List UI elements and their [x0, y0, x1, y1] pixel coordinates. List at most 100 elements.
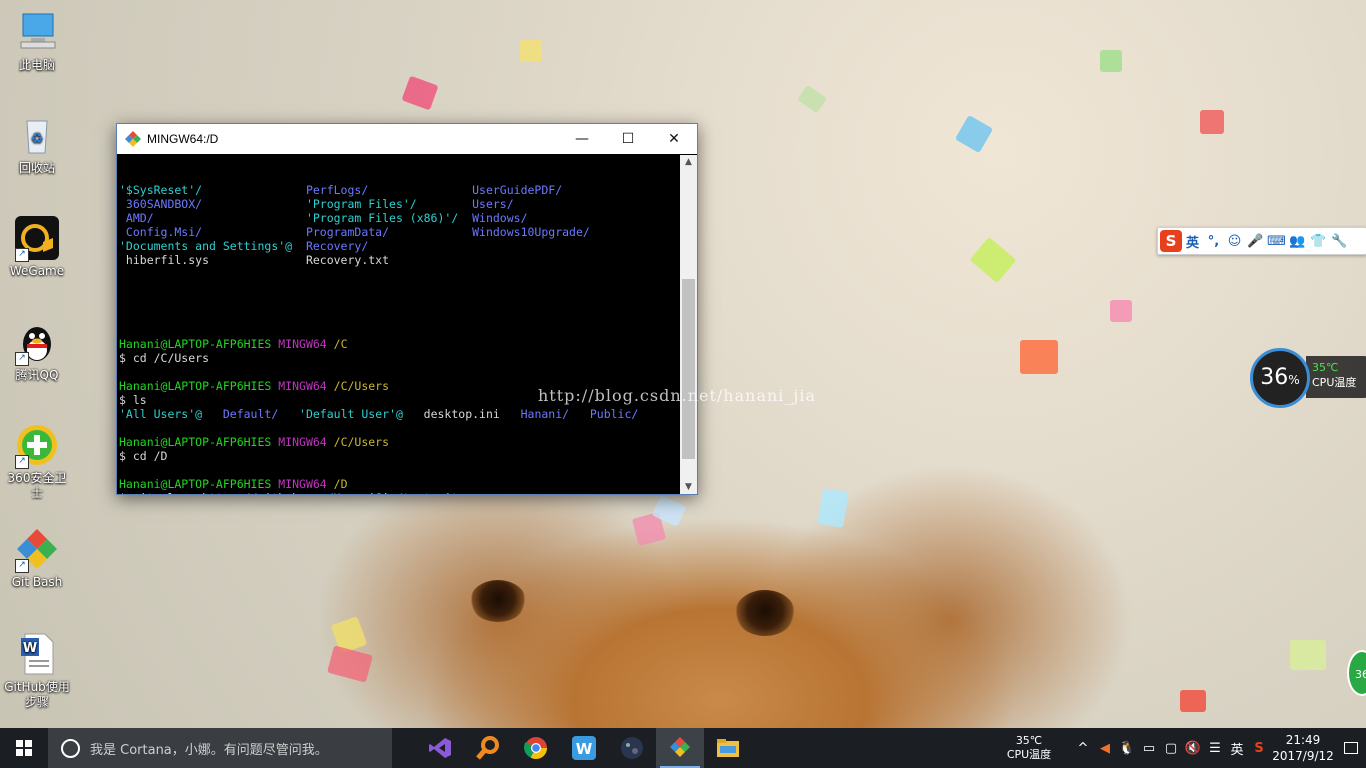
sogou-tray-icon[interactable]: S [1248, 741, 1270, 756]
minimize-button[interactable]: — [559, 124, 605, 154]
prompt-user: Hanani@LAPTOP-AFP6HIES [119, 477, 279, 491]
volume-mute-icon[interactable]: 🔇 [1182, 741, 1204, 756]
taskbar-app-file-explorer[interactable] [704, 728, 752, 768]
ls-entry: Public/ [589, 407, 639, 421]
ime-language-toggle[interactable]: 英 [1182, 232, 1203, 251]
chrome-icon [524, 737, 547, 759]
ls-entry: '$SysReset'/ [119, 183, 306, 197]
scroll-down-icon[interactable]: ▼ [680, 482, 697, 492]
ime-skin-icon[interactable]: 👕 [1308, 234, 1329, 249]
ime-user-icon[interactable]: 👥 [1287, 234, 1308, 249]
clock-date: 2017/9/12 [1272, 749, 1334, 763]
recycle-bin-icon: ♻ [15, 113, 59, 157]
ls-row: 'All Users'@ Default/ 'Default User'@ de… [119, 407, 678, 421]
floating-360-ball[interactable]: 36 [1347, 650, 1366, 696]
language-indicator[interactable]: 英 [1226, 739, 1248, 758]
scrollbar[interactable]: ▲ ▼ [680, 155, 697, 494]
ime-toolbar[interactable]: S 英 °, ☺ 🎤 ⌨ 👥 👕 🔧 [1157, 227, 1366, 255]
git-bash-icon [670, 737, 690, 757]
desktop-icon-qq[interactable]: ↗ 腾讯QQ [4, 320, 70, 383]
scrollbar-thumb[interactable] [682, 279, 695, 459]
ime-punctuation-icon[interactable]: °, [1203, 234, 1224, 249]
svg-text:W: W [23, 641, 37, 656]
prompt-user: Hanani@LAPTOP-AFP6HIES [119, 337, 279, 351]
start-button[interactable] [0, 728, 48, 768]
prompt-path: /D [333, 477, 348, 491]
maximize-icon: ☐ [621, 131, 635, 147]
desktop-icon-label: 此电脑 [18, 58, 55, 72]
prompt-line: Hanani@LAPTOP-AFP6HIES MINGW64 /C [119, 337, 678, 351]
dog-eye-left [470, 580, 526, 622]
ime-voice-icon[interactable]: 🎤 [1245, 234, 1266, 249]
ls-entry: 'Documents and Settings'@ [119, 239, 306, 253]
terminal-window[interactable]: MINGW64:/D — ☐ ✕ '$SysReset'/ PerfLogs/ … [116, 123, 698, 495]
ls-entry: Recovery/ [305, 239, 473, 253]
prompt-shell: MINGW64 [278, 337, 334, 351]
desktop-icon-this-pc[interactable]: 此电脑 [4, 10, 70, 73]
taskbar-app-chrome[interactable] [512, 728, 560, 768]
sogou-logo-icon[interactable]: S [1160, 230, 1182, 252]
ls-entry: Windows/ [472, 211, 528, 225]
display-icon[interactable]: ▢ [1160, 741, 1182, 756]
shortcut-arrow-icon: ↗ [15, 352, 29, 366]
chevron-up-icon[interactable]: ^ [1072, 741, 1094, 756]
ls-entry: 'Program Files (x86)'/ [305, 211, 473, 225]
ls-entry: ProgramData/ [305, 225, 473, 239]
desktop-icon-git-bash[interactable]: ↗ Git Bash [4, 527, 70, 590]
notification-icon [1344, 742, 1358, 754]
scroll-up-icon[interactable]: ▲ [680, 157, 697, 167]
visual-studio-icon [429, 738, 451, 758]
desktop-icon-wegame[interactable]: ↗ WeGame [4, 216, 70, 279]
speaker-icon[interactable]: ◀ [1094, 741, 1116, 756]
prompt-line: Hanani@LAPTOP-AFP6HIES MINGW64 /D [119, 477, 678, 491]
minimize-icon: — [575, 131, 589, 147]
clock[interactable]: 21:49 2017/9/12 [1270, 732, 1336, 764]
taskbar-app-visual-studio[interactable] [416, 728, 464, 768]
ls-entry: 'All Users'@ [119, 407, 223, 421]
clock-time: 21:49 [1285, 733, 1321, 747]
close-icon: ✕ [668, 131, 680, 147]
cpu-widget[interactable]: 35℃ CPU温度 36% [1250, 348, 1366, 408]
ls-row: '$SysReset'/ PerfLogs/ UserGuidePDF/ [119, 183, 678, 197]
qq-tray-icon[interactable]: 🐧 [1116, 741, 1138, 756]
ls-row: 360SANDBOX/ 'Program Files'/ Users/ [119, 197, 678, 211]
ls-row: Config.Msi/ ProgramData/ Windows10Upgrad… [119, 225, 678, 239]
svg-text:♻: ♻ [31, 131, 44, 147]
taskbar-app-wps[interactable]: W [560, 728, 608, 768]
close-button[interactable]: ✕ [651, 124, 697, 154]
taskbar-cpu-temp[interactable]: 35℃ CPU温度 [998, 734, 1060, 762]
desktop-icon-recycle-bin[interactable]: ♻ 回收站 [4, 113, 70, 176]
title-bar[interactable]: MINGW64:/D — ☐ ✕ [117, 124, 697, 154]
floating-360-value: 36 [1355, 668, 1366, 681]
ime-keyboard-icon[interactable]: ⌨ [1266, 234, 1287, 249]
ime-settings-icon[interactable]: 🔧 [1329, 234, 1350, 249]
taskbar-cpu-temp-label: CPU温度 [1006, 748, 1052, 761]
taskbar-app-search[interactable] [464, 728, 512, 768]
svg-text:W: W [576, 740, 593, 758]
ls-row: 'Documents and Settings'@ Recovery/ [119, 239, 678, 253]
input-method-icon[interactable]: ☰ [1204, 741, 1226, 756]
action-center-button[interactable] [1336, 728, 1366, 768]
ime-emoji-icon[interactable]: ☺ [1224, 234, 1245, 249]
git-bash-icon: ↗ [15, 527, 59, 573]
taskbar-app-space[interactable] [608, 728, 656, 768]
shortcut-arrow-icon: ↗ [15, 559, 29, 573]
ls-entry: Config.Msi/ [119, 225, 306, 239]
ls-entry: AMD/ [119, 211, 306, 225]
ls-entry: desktop.ini [423, 407, 521, 421]
cortana-search-box[interactable]: 我是 Cortana，小娜。有问题尽管问我。 [48, 728, 392, 768]
ls-entry: Default/ [222, 407, 300, 421]
prompt-user: Hanani@LAPTOP-AFP6HIES [119, 379, 279, 393]
ls-entry: 360SANDBOX/ [119, 197, 306, 211]
maximize-button[interactable]: ☐ [605, 124, 651, 154]
desktop-icon-360[interactable]: ↗ 360安全卫士 [4, 423, 70, 501]
prompt-user: Hanani@LAPTOP-AFP6HIES [119, 435, 279, 449]
cpu-usage-percent: 36 [1260, 365, 1289, 390]
network-icon[interactable]: ▭ [1138, 741, 1160, 756]
taskbar-app-git-bash[interactable] [656, 728, 704, 768]
file-explorer-icon [717, 739, 739, 757]
prompt-line: Hanani@LAPTOP-AFP6HIES MINGW64 /C/Users [119, 435, 678, 449]
space-icon [621, 737, 643, 759]
desktop-icon-word-doc[interactable]: W GitHub使用步骤 [4, 632, 70, 710]
terminal-output[interactable]: '$SysReset'/ PerfLogs/ UserGuidePDF/ 360… [117, 155, 680, 494]
